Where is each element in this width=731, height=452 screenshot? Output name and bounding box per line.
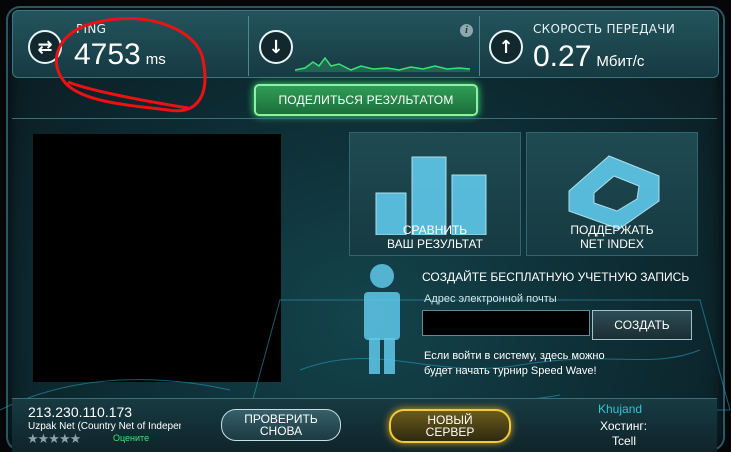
isp-name: Uzpak Net (Country Net of Independent <box>28 421 181 432</box>
divider <box>12 118 717 119</box>
loop-logo-icon <box>568 155 660 230</box>
support-net-index-tile[interactable]: ПОДДЕРЖАТЬ NET INDEX <box>526 132 698 256</box>
arrow-down-icon: ↓ <box>259 30 293 64</box>
server-city[interactable]: Khujand <box>598 402 642 416</box>
speed-graph <box>295 56 470 72</box>
create-account-button[interactable]: СОЗДАТЬ <box>592 310 692 340</box>
panel-divider <box>479 16 480 76</box>
info-icon[interactable]: i <box>460 24 473 37</box>
panel-divider <box>248 16 249 76</box>
support-tile-label: ПОДДЕРЖАТЬ NET INDEX <box>570 223 654 251</box>
host-name: Tcell <box>612 434 637 448</box>
upload-value: 0.27 Мбит/с <box>533 40 645 73</box>
upload-unit: Мбит/с <box>596 53 645 70</box>
new-server-button[interactable]: НОВЫЙ СЕРВЕР <box>389 409 511 443</box>
host-label: Хостинг: <box>600 419 648 433</box>
email-label: Адрес электронной почты <box>424 293 557 305</box>
signup-title: СОЗДАЙТЕ БЕСПЛАТНУЮ УЧЕТНУЮ ЗАПИСЬ <box>422 270 690 284</box>
email-input[interactable] <box>422 310 590 336</box>
arrow-up-icon: ↑ <box>489 30 523 64</box>
share-result-button[interactable]: ПОДЕЛИТЬСЯ РЕЗУЛЬТАТОМ <box>254 84 478 116</box>
signup-panel: СОЗДАЙТЕ БЕСПЛАТНУЮ УЧЕТНУЮ ЗАПИСЬ Адрес… <box>348 256 698 386</box>
signup-note: Если войти в систему, здесь можно будет … <box>424 350 605 377</box>
check-again-button[interactable]: ПРОВЕРИТЬ СНОВА <box>221 409 341 441</box>
rate-link[interactable]: Оцените <box>113 433 149 443</box>
ip-address: 213.230.110.173 <box>28 404 133 420</box>
compare-tile-label: СРАВНИТЬ ВАШ РЕЗУЛЬТАТ <box>387 223 483 251</box>
compare-results-tile[interactable]: СРАВНИТЬ ВАШ РЕЗУЛЬТАТ <box>349 132 521 256</box>
upload-label: СКОРОСТЬ ПЕРЕДАЧИ <box>533 22 676 36</box>
rating-stars[interactable]: ★★★★★ <box>27 432 81 447</box>
red-annotation-circle <box>54 17 207 113</box>
bar-graph-icon <box>375 156 487 235</box>
